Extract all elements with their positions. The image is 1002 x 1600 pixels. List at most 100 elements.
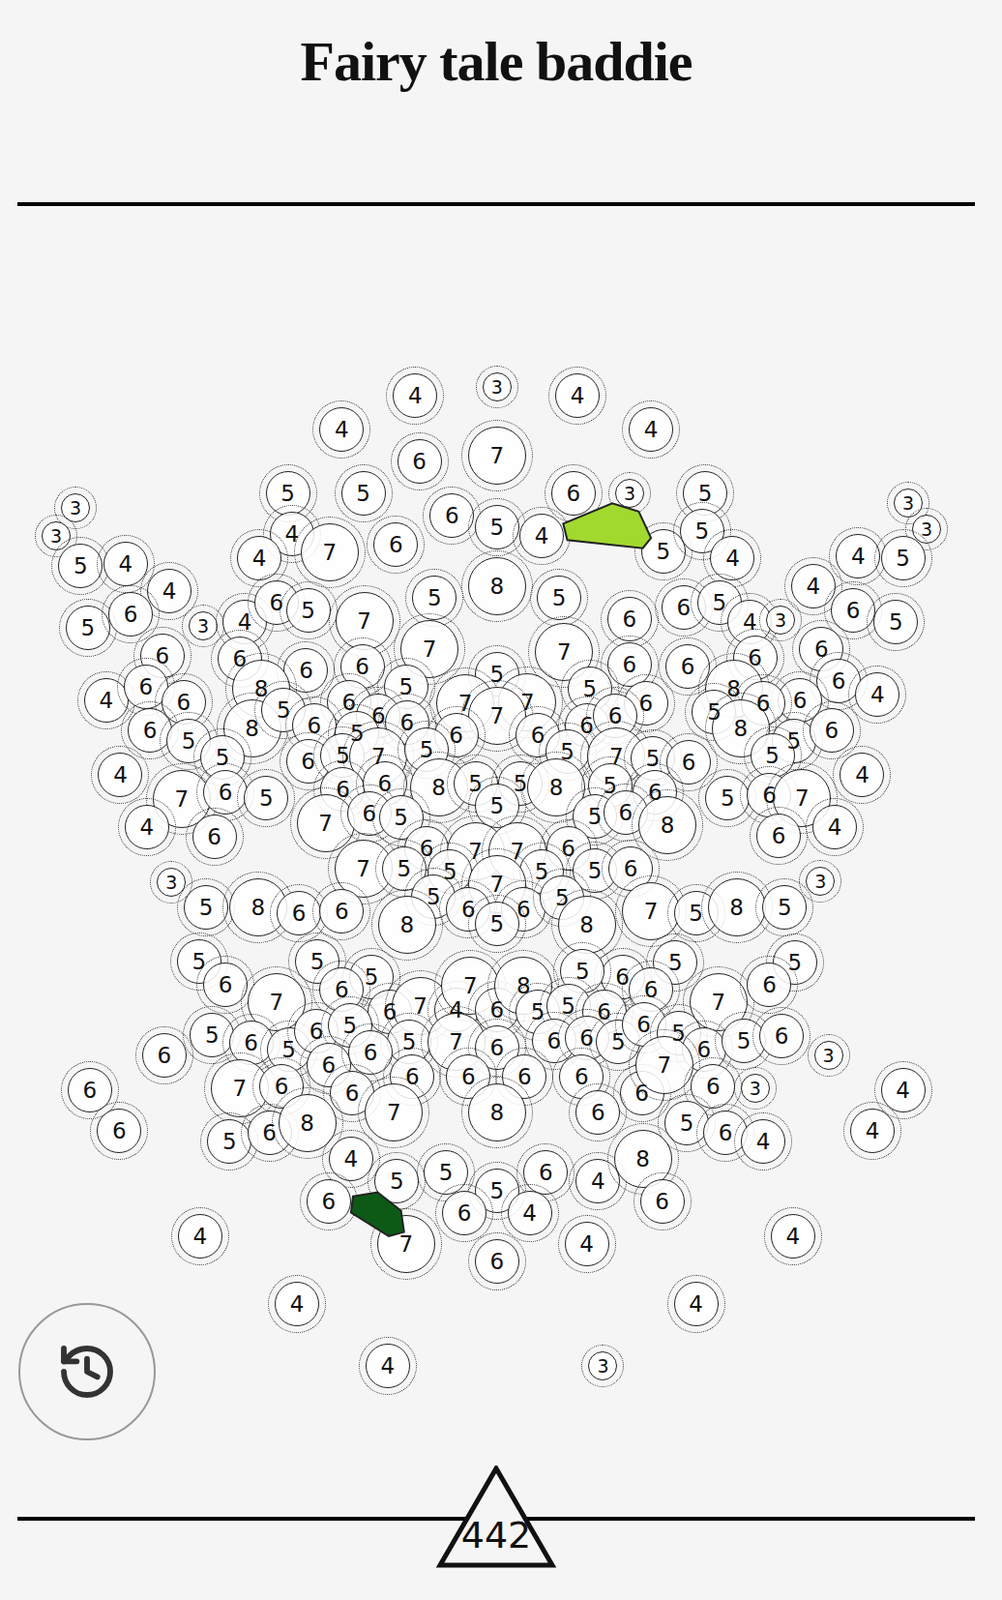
number-node[interactable] xyxy=(405,568,464,627)
node-disc xyxy=(243,775,289,821)
number-node[interactable] xyxy=(752,1006,811,1065)
node-disc xyxy=(335,591,394,650)
number-node[interactable] xyxy=(468,894,527,953)
number-node[interactable] xyxy=(843,1101,902,1160)
number-node[interactable] xyxy=(96,534,155,593)
number-node[interactable] xyxy=(608,471,651,515)
node-number: 6 xyxy=(363,1040,379,1063)
number-node[interactable] xyxy=(312,400,371,459)
node-number: 7 xyxy=(489,443,504,467)
number-node[interactable] xyxy=(739,955,798,1014)
node-number: 7 xyxy=(644,900,659,923)
node-disc xyxy=(177,1213,223,1259)
number-node[interactable] xyxy=(135,1026,194,1085)
number-node[interactable] xyxy=(734,1066,777,1110)
number-node[interactable] xyxy=(89,1101,148,1160)
number-node[interactable] xyxy=(101,585,160,644)
number-node[interactable] xyxy=(390,432,449,491)
node-number: 6 xyxy=(622,653,638,677)
number-node[interactable] xyxy=(874,529,933,588)
node-disc xyxy=(756,813,801,858)
number-node[interactable] xyxy=(468,498,527,557)
puzzle-title: Fairy tale baddie xyxy=(299,29,692,94)
number-node[interactable] xyxy=(798,859,842,903)
number-node[interactable] xyxy=(358,1336,417,1395)
number-node[interactable] xyxy=(764,1207,823,1266)
number-node[interactable] xyxy=(370,1208,443,1280)
node-disc xyxy=(805,866,835,896)
number-node[interactable] xyxy=(544,464,603,523)
number-node[interactable] xyxy=(236,768,295,827)
number-node[interactable] xyxy=(312,882,371,941)
number-node[interactable] xyxy=(422,486,481,545)
number-node[interactable] xyxy=(58,598,118,657)
node-number: 5 xyxy=(698,481,713,504)
number-node[interactable] xyxy=(461,419,533,492)
number-node[interactable] xyxy=(117,797,177,856)
number-node[interactable] xyxy=(805,797,864,856)
number-node[interactable] xyxy=(171,1207,230,1266)
number-node[interactable] xyxy=(530,568,589,627)
number-node[interactable] xyxy=(558,1214,617,1273)
number-node[interactable] xyxy=(294,516,366,589)
number-node[interactable] xyxy=(176,878,236,937)
number-node[interactable] xyxy=(621,400,680,459)
number-node[interactable] xyxy=(299,1172,358,1231)
node-number: 4 xyxy=(522,1201,537,1224)
node-number: 5 xyxy=(80,617,95,640)
number-node[interactable] xyxy=(749,806,808,865)
number-node[interactable] xyxy=(357,1076,430,1149)
number-node[interactable] xyxy=(548,366,607,425)
node-disc xyxy=(666,739,711,785)
node-number: 6 xyxy=(334,900,350,923)
node-number: 6 xyxy=(218,780,234,803)
number-node[interactable] xyxy=(468,1232,527,1291)
number-node[interactable] xyxy=(628,1029,701,1101)
number-node[interactable] xyxy=(267,1274,326,1333)
number-node[interactable] xyxy=(759,598,802,642)
number-node[interactable] xyxy=(181,604,225,648)
number-node[interactable] xyxy=(832,745,891,804)
number-node[interactable] xyxy=(581,1344,624,1387)
node-number: 4 xyxy=(140,815,155,838)
number-node[interactable] xyxy=(90,745,149,804)
number-node[interactable] xyxy=(501,1183,560,1242)
number-node[interactable] xyxy=(435,1183,494,1242)
number-node[interactable] xyxy=(755,878,814,937)
number-node[interactable] xyxy=(461,550,533,622)
number-node[interactable] xyxy=(334,464,393,523)
node-number: 5 xyxy=(442,860,458,884)
node-disc xyxy=(814,1040,844,1070)
number-node[interactable] xyxy=(51,536,110,595)
number-node[interactable] xyxy=(734,1112,793,1171)
number-node[interactable] xyxy=(279,581,338,640)
number-node[interactable] xyxy=(196,955,255,1014)
node-number: 7 xyxy=(510,840,526,863)
number-node[interactable] xyxy=(475,365,519,409)
number-node[interactable] xyxy=(828,527,887,586)
node-number: 5 xyxy=(560,995,576,1018)
number-node[interactable] xyxy=(366,515,425,574)
number-node[interactable] xyxy=(866,592,925,651)
node-number: 6 xyxy=(615,965,630,988)
number-node[interactable] xyxy=(848,665,907,724)
number-node[interactable] xyxy=(807,1033,851,1077)
number-node[interactable] xyxy=(461,1076,533,1149)
number-node[interactable] xyxy=(371,888,443,961)
number-node[interactable] xyxy=(802,701,861,760)
node-number: 6 xyxy=(83,1078,98,1101)
number-node[interactable] xyxy=(512,506,571,565)
node-number: 6 xyxy=(176,691,192,714)
number-node[interactable] xyxy=(385,366,444,425)
node-disc xyxy=(812,804,857,850)
number-node[interactable] xyxy=(230,529,289,588)
number-node[interactable] xyxy=(703,529,762,588)
node-number: 6 xyxy=(206,825,222,849)
number-node[interactable] xyxy=(568,1083,627,1142)
number-node[interactable] xyxy=(600,589,659,649)
number-node[interactable] xyxy=(633,1172,692,1231)
number-node[interactable] xyxy=(185,807,244,866)
history-button[interactable] xyxy=(18,1302,156,1441)
node-number: 7 xyxy=(520,691,535,714)
number-node[interactable] xyxy=(667,1274,726,1333)
